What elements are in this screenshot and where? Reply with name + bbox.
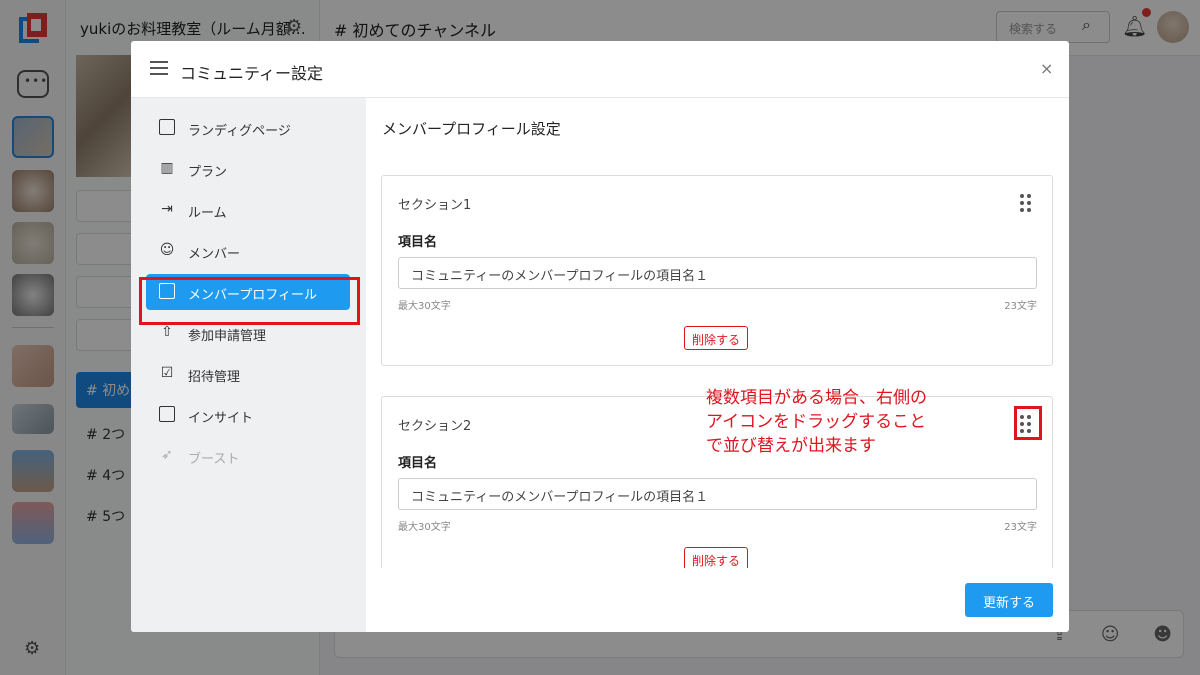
rocket-icon: ➶ xyxy=(161,447,173,463)
nav-item-label: プラン xyxy=(188,165,228,180)
insight-icon xyxy=(159,406,175,422)
section-name: セクション2 xyxy=(398,419,472,434)
nav-item-member[interactable]: ☺ メンバー xyxy=(146,233,350,269)
clipboard-icon: ☑ xyxy=(160,365,174,381)
nav-item-room[interactable]: ⇥ ルーム xyxy=(146,192,350,228)
nav-item-label: ブースト xyxy=(188,452,240,467)
hamburger-menu-icon[interactable] xyxy=(150,61,168,75)
delete-button[interactable]: 削除する xyxy=(684,326,749,350)
annotation-text: 複数項目がある場合、右側の アイコンをドラッグすること で並び替えが出来ます xyxy=(706,386,996,458)
item-name-input[interactable]: コミュニティーのメンバープロフィールの項目名１ xyxy=(398,257,1037,289)
nav-item-label: 参加申請管理 xyxy=(188,329,267,344)
room-icon: ⇥ xyxy=(161,201,173,217)
drag-handle-icon[interactable] xyxy=(1020,194,1032,212)
char-count: 23文字 xyxy=(1004,522,1037,533)
annotation-line: 複数項目がある場合、右側の xyxy=(706,388,927,408)
nav-item-landing-page[interactable]: ランディグページ xyxy=(146,110,350,146)
update-button[interactable]: 更新する xyxy=(965,583,1053,617)
max-length-hint: 最大30文字 xyxy=(398,301,451,312)
nav-item-label: 招待管理 xyxy=(188,370,241,385)
annotation-line: アイコンをドラッグすること xyxy=(706,412,927,432)
bar-chart-icon: ▥ xyxy=(160,160,174,176)
nav-item-insight[interactable]: インサイト xyxy=(146,397,350,433)
community-settings-modal: コミュニティー設定 × ランディグページ ▥ プラン ⇥ ルーム ☺ メンバー … xyxy=(131,41,1069,632)
field-label: 項目名 xyxy=(398,456,438,471)
char-count: 23文字 xyxy=(1004,301,1037,312)
section-name: セクション1 xyxy=(398,198,472,213)
max-length-hint: 最大30文字 xyxy=(398,522,451,533)
application-icon: ⇧ xyxy=(161,324,173,340)
item-name-input[interactable]: コミュニティーのメンバープロフィールの項目名１ xyxy=(398,478,1037,510)
nav-item-plan[interactable]: ▥ プラン xyxy=(146,151,350,187)
delete-button[interactable]: 削除する xyxy=(684,547,749,568)
settings-content: メンバープロフィール設定 セクション1 項目名 コミュニティーのメンバープロフィ… xyxy=(366,98,1069,568)
close-icon[interactable]: × xyxy=(1040,59,1053,78)
modal-header: コミュニティー設定 × xyxy=(131,41,1069,98)
settings-nav: ランディグページ ▥ プラン ⇥ ルーム ☺ メンバー メンバープロフィール ⇧… xyxy=(131,98,366,632)
drag-handle-highlight xyxy=(1014,406,1042,440)
nav-item-label: ランディグページ xyxy=(188,124,291,139)
content-title: メンバープロフィール設定 xyxy=(382,120,561,138)
nav-item-label: メンバー xyxy=(188,247,241,262)
smiley-icon: ☺ xyxy=(159,242,175,258)
nav-item-invitations[interactable]: ☑ 招待管理 xyxy=(146,356,350,392)
profile-section-card: セクション1 項目名 コミュニティーのメンバープロフィールの項目名１ 最大30文… xyxy=(381,175,1053,366)
highlight-outline xyxy=(139,277,360,325)
landing-page-icon xyxy=(159,119,175,135)
nav-item-boost: ➶ ブースト xyxy=(146,438,350,474)
modal-title: コミュニティー設定 xyxy=(180,64,324,83)
field-label: 項目名 xyxy=(398,235,438,250)
nav-item-label: ルーム xyxy=(188,206,227,221)
nav-item-label: インサイト xyxy=(188,411,254,426)
annotation-line: で並び替えが出来ます xyxy=(706,436,876,456)
